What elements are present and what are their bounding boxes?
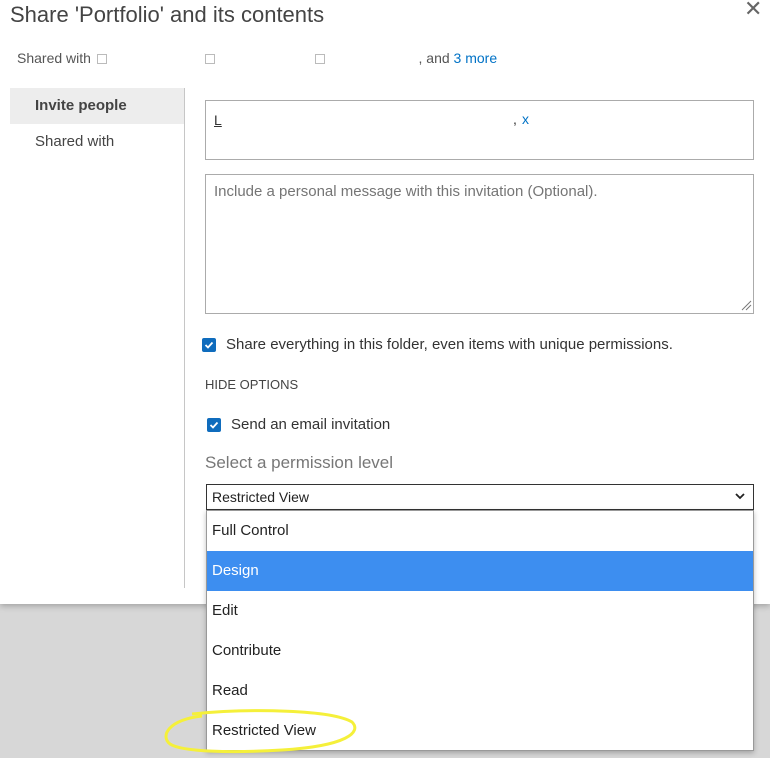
avatar-placeholder-icon <box>96 54 107 64</box>
send-email-row: Send an email invitation <box>207 416 390 433</box>
avatar-placeholder-icon <box>204 54 215 64</box>
share-everything-label: Share everything in this folder, even it… <box>226 336 673 353</box>
nav-item-invite-people[interactable]: Invite people <box>10 88 184 124</box>
option-read[interactable]: Read <box>207 671 753 711</box>
nav-item-shared-with[interactable]: Shared with <box>10 124 184 160</box>
chevron-down-icon <box>735 493 745 500</box>
option-design[interactable]: Design <box>207 551 753 591</box>
shared-with-tail: , and <box>418 50 450 66</box>
share-everything-row: Share everything in this folder, even it… <box>202 336 673 353</box>
checkmark-icon <box>204 341 214 349</box>
permission-selected-value: Restricted View <box>212 489 310 505</box>
people-picker-input[interactable]: L , x <box>205 100 754 160</box>
option-edit[interactable]: Edit <box>207 591 753 631</box>
send-email-label: Send an email invitation <box>231 416 391 433</box>
shared-with-prefix: Shared with <box>17 50 91 66</box>
share-everything-checkbox[interactable] <box>202 337 216 352</box>
option-contribute[interactable]: Contribute <box>207 631 753 671</box>
dialog-title: Share 'Portfolio' and its contents <box>10 2 325 27</box>
checkmark-icon <box>209 421 219 429</box>
annotation-circle-icon <box>164 709 357 754</box>
invitee-separator: , <box>513 111 517 127</box>
more-link[interactable]: 3 more <box>454 50 498 66</box>
send-email-checkbox[interactable] <box>207 417 221 432</box>
remove-invitee-button[interactable]: x <box>522 111 529 127</box>
shared-with-summary: Shared with , and 3 more <box>17 50 497 66</box>
personal-message-field[interactable] <box>205 174 754 314</box>
option-full-control[interactable]: Full Control <box>207 511 753 551</box>
avatar-placeholder-icon <box>314 54 325 64</box>
side-nav: Invite people Shared with <box>10 88 185 588</box>
resize-grip-icon[interactable] <box>740 299 752 311</box>
invitee-name: L <box>214 112 222 128</box>
permission-level-label: Select a permission level <box>205 453 394 472</box>
permission-level-select[interactable]: Restricted View <box>206 484 754 510</box>
close-icon[interactable]: ✕ <box>744 0 762 20</box>
hide-options-link[interactable]: HIDE OPTIONS <box>205 377 298 392</box>
